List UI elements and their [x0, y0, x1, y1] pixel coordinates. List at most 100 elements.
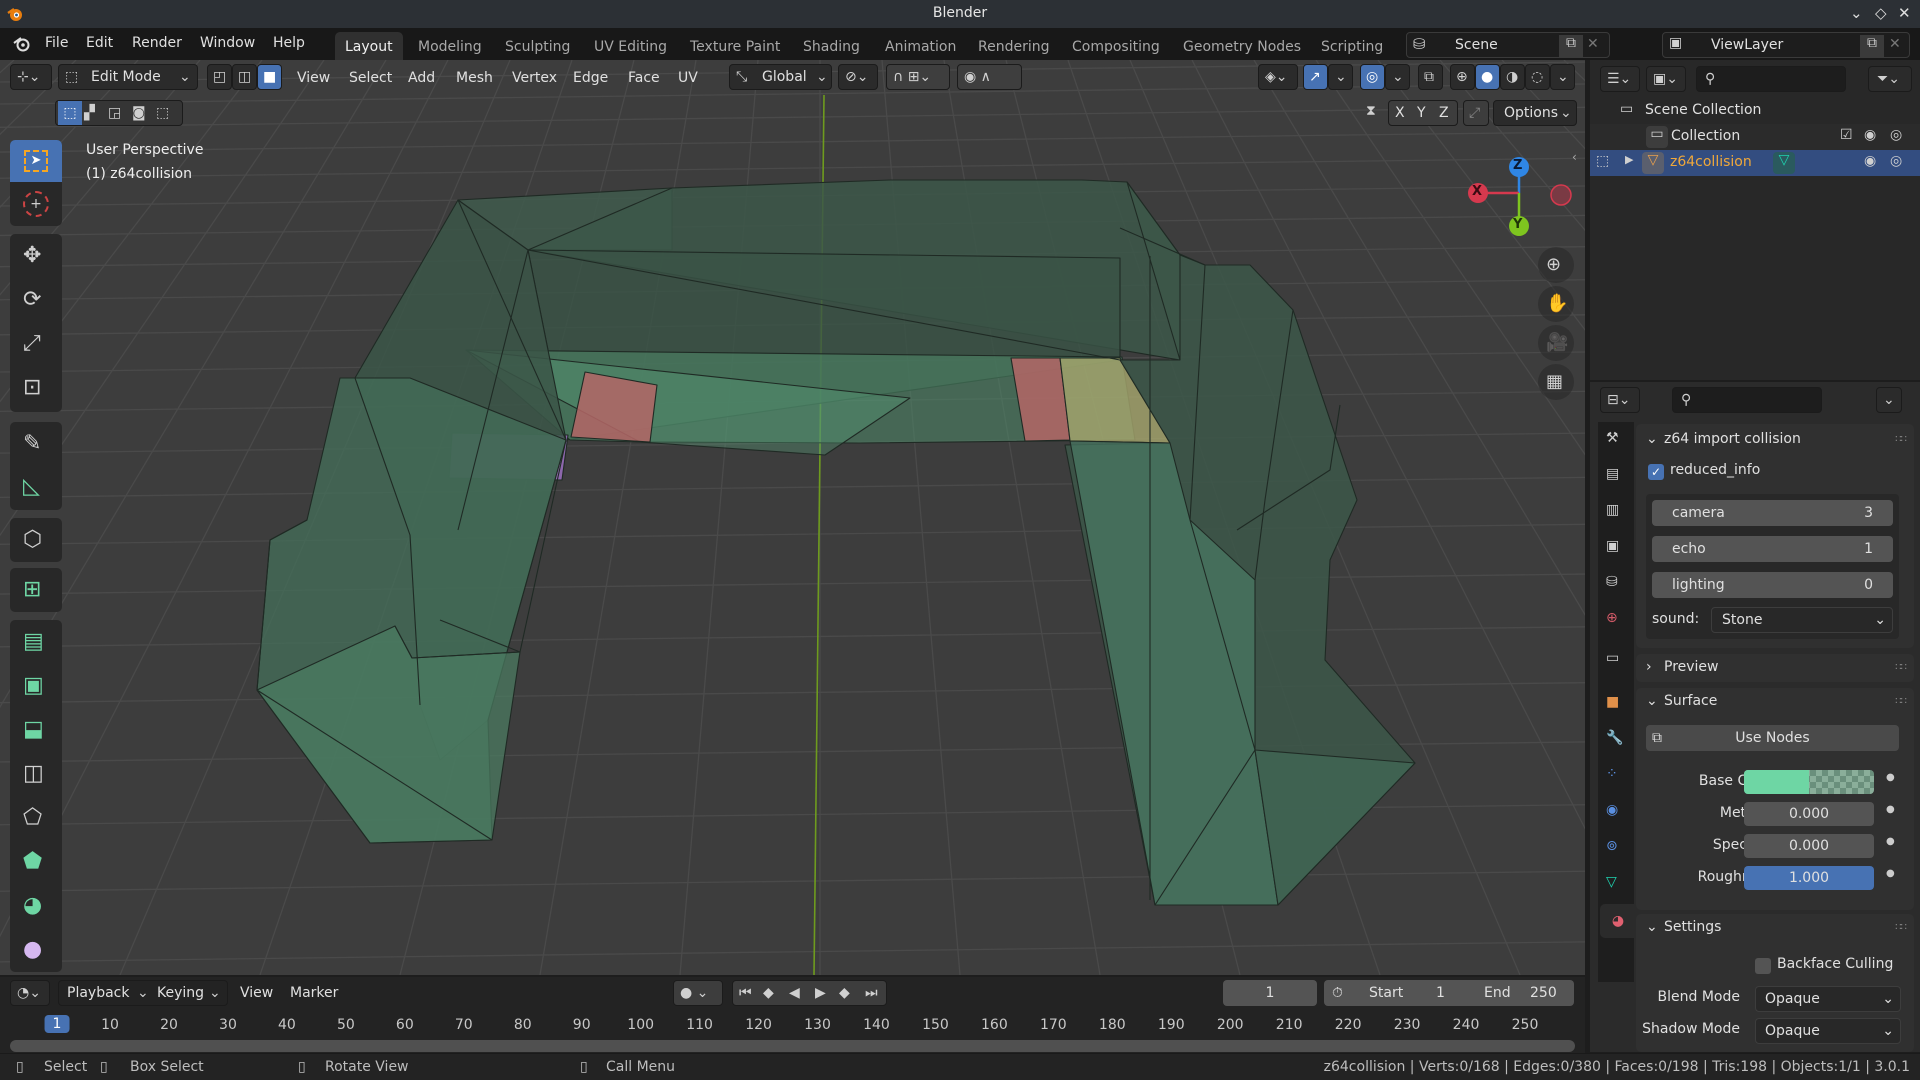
- mirror-y-toggle[interactable]: Y: [1417, 101, 1426, 125]
- tab-modeling[interactable]: Modeling: [408, 32, 492, 60]
- menu-file[interactable]: File: [45, 35, 68, 51]
- drag-handle-icon[interactable]: ∷∷: [1895, 662, 1907, 673]
- menu-mesh[interactable]: Mesh: [456, 70, 493, 86]
- preview-panel[interactable]: › Preview ∷∷: [1636, 654, 1914, 682]
- output-tab-icon[interactable]: ▥: [1606, 502, 1619, 518]
- backface-culling-checkbox[interactable]: [1755, 958, 1771, 974]
- filter-view-layer-dropdown[interactable]: ▣⌄: [1646, 66, 1686, 92]
- add-cube-icon[interactable]: ⬡: [23, 527, 42, 552]
- camera-field[interactable]: camera 3: [1652, 500, 1893, 526]
- topology-mirror-toggle[interactable]: ⤢: [1463, 100, 1489, 126]
- eye-icon[interactable]: ◉: [1864, 153, 1876, 169]
- tab-geometry-nodes[interactable]: Geometry Nodes: [1173, 32, 1311, 60]
- use-nodes-button[interactable]: ⧉ Use Nodes: [1646, 725, 1899, 751]
- menu-add[interactable]: Add: [408, 70, 435, 86]
- menu-window[interactable]: Window: [200, 35, 255, 51]
- select-new-icon[interactable]: ⬚: [58, 101, 82, 125]
- shadow-mode-dropdown[interactable]: Opaque ⌄: [1755, 1018, 1901, 1044]
- outliner-row-scene-collection[interactable]: ▭ Scene Collection: [1590, 98, 1920, 124]
- shading-rendered[interactable]: ◌: [1525, 64, 1550, 90]
- playhead[interactable]: 1: [44, 1015, 70, 1033]
- world-tab-icon[interactable]: ⊕: [1606, 610, 1618, 626]
- extrude-icon[interactable]: ▤: [23, 629, 44, 654]
- rotate-icon[interactable]: ⟳: [23, 287, 41, 312]
- delete-view-layer-icon[interactable]: ✕: [1889, 36, 1901, 52]
- knife-icon[interactable]: ⬠: [23, 805, 42, 830]
- drag-handle-icon[interactable]: ∷∷: [1895, 696, 1907, 707]
- scene-tab-icon[interactable]: ⛁: [1606, 574, 1618, 590]
- select-intersect-icon[interactable]: ⬚: [156, 101, 169, 125]
- new-scene-icon[interactable]: ⧉: [1559, 35, 1583, 57]
- blender-menu-icon[interactable]: [12, 35, 32, 53]
- expand-arrow-icon[interactable]: ▶: [1625, 153, 1633, 166]
- loop-cut-icon[interactable]: ◫: [23, 761, 44, 786]
- viewport-canvas[interactable]: [0, 60, 1585, 975]
- overlay-toggle[interactable]: ◎: [1360, 64, 1385, 90]
- tab-compositing[interactable]: Compositing: [1062, 32, 1170, 60]
- physics-tab-icon[interactable]: ◉: [1606, 802, 1618, 818]
- menu-help[interactable]: Help: [273, 35, 305, 51]
- panel-collapse-icon[interactable]: ⌄: [1646, 431, 1658, 447]
- editor-type-button[interactable]: ⊹⌄: [10, 64, 52, 90]
- preview-title[interactable]: Preview: [1664, 659, 1719, 675]
- menu-edit[interactable]: Edit: [86, 35, 113, 51]
- measure-icon[interactable]: ◺: [23, 474, 40, 499]
- pan-view-button[interactable]: ✋: [1538, 286, 1574, 322]
- overlay-dropdown[interactable]: ⌄: [1385, 64, 1410, 90]
- view-layer-tab-icon[interactable]: ▣: [1606, 538, 1619, 554]
- drag-handle-icon[interactable]: ∷∷: [1895, 434, 1907, 445]
- move-icon[interactable]: ✥: [23, 243, 41, 268]
- render-tab-icon[interactable]: ▤: [1606, 466, 1619, 482]
- snap-toggle[interactable]: ∩ ⊞⌄: [886, 64, 950, 90]
- menu-uv[interactable]: UV: [678, 70, 698, 86]
- blend-mode-dropdown[interactable]: Opaque ⌄: [1755, 986, 1901, 1012]
- tab-uv-editing[interactable]: UV Editing: [584, 32, 677, 60]
- outliner-search-input[interactable]: ⚲: [1696, 66, 1846, 92]
- tab-animation[interactable]: Animation: [875, 32, 966, 60]
- smooth-icon[interactable]: ●: [23, 937, 42, 962]
- options-dropdown[interactable]: Options ⌄: [1493, 100, 1577, 126]
- scene-selector[interactable]: ⛁ Scene ⧉ ✕: [1406, 32, 1610, 58]
- gizmo-toggle[interactable]: ↗: [1303, 64, 1328, 90]
- settings-title[interactable]: Settings: [1664, 919, 1721, 935]
- keyframe-dot-icon[interactable]: ●: [1886, 804, 1895, 815]
- select-subtract-icon[interactable]: ◲: [108, 101, 121, 125]
- panel-expand-icon[interactable]: ›: [1646, 659, 1652, 675]
- echo-field[interactable]: echo 1: [1652, 536, 1893, 562]
- tab-sculpting[interactable]: Sculpting: [495, 32, 580, 60]
- specular-field[interactable]: 0.000: [1744, 834, 1874, 858]
- menu-face[interactable]: Face: [628, 70, 660, 86]
- modifier-tab-icon[interactable]: 🔧: [1606, 730, 1623, 746]
- mirror-x-toggle[interactable]: X: [1395, 101, 1405, 125]
- render-camera-icon[interactable]: ◎: [1890, 127, 1902, 143]
- proportional-edit-toggle[interactable]: ◉ ∧: [957, 64, 1022, 90]
- eye-icon[interactable]: ◉: [1864, 127, 1876, 143]
- tool-cursor[interactable]: +: [10, 184, 62, 226]
- menu-edge[interactable]: Edge: [573, 70, 608, 86]
- menu-render[interactable]: Render: [132, 35, 182, 51]
- tab-scripting[interactable]: Scripting: [1311, 32, 1393, 60]
- tab-texture-paint[interactable]: Texture Paint: [680, 32, 790, 60]
- panel-collapse-icon[interactable]: ⌄: [1646, 919, 1658, 935]
- view-layer-selector[interactable]: ▣ ViewLayer ⧉ ✕: [1662, 32, 1910, 58]
- exclude-checkbox[interactable]: ☑: [1840, 127, 1853, 143]
- panel-collapse-icon[interactable]: ⌄: [1646, 693, 1658, 709]
- lighting-field[interactable]: lighting 0: [1652, 572, 1893, 598]
- properties-search-input[interactable]: ⚲: [1672, 387, 1822, 413]
- select-extend-icon[interactable]: ▞: [84, 101, 95, 125]
- z64-panel-title[interactable]: z64 import collision: [1664, 431, 1801, 447]
- select-invert-icon[interactable]: ◙: [132, 101, 146, 125]
- menu-view[interactable]: View: [297, 70, 330, 86]
- material-tab-icon[interactable]: ◕: [1600, 904, 1636, 938]
- annotate-icon[interactable]: ✎: [23, 431, 41, 456]
- shading-dropdown[interactable]: ⌄: [1550, 64, 1575, 90]
- scale-icon[interactable]: ⤢: [23, 331, 41, 356]
- shading-solid[interactable]: ●: [1475, 64, 1500, 90]
- gizmo-dropdown[interactable]: ⌄: [1328, 64, 1353, 90]
- maximize-icon[interactable]: ◇: [1875, 4, 1887, 22]
- keyframe-dot-icon[interactable]: ●: [1886, 836, 1895, 847]
- edge-select-mode[interactable]: ◫: [232, 64, 257, 90]
- tab-shading[interactable]: Shading: [793, 32, 870, 60]
- collision-mesh[interactable]: [256, 179, 1416, 906]
- tab-layout[interactable]: Layout: [335, 32, 403, 60]
